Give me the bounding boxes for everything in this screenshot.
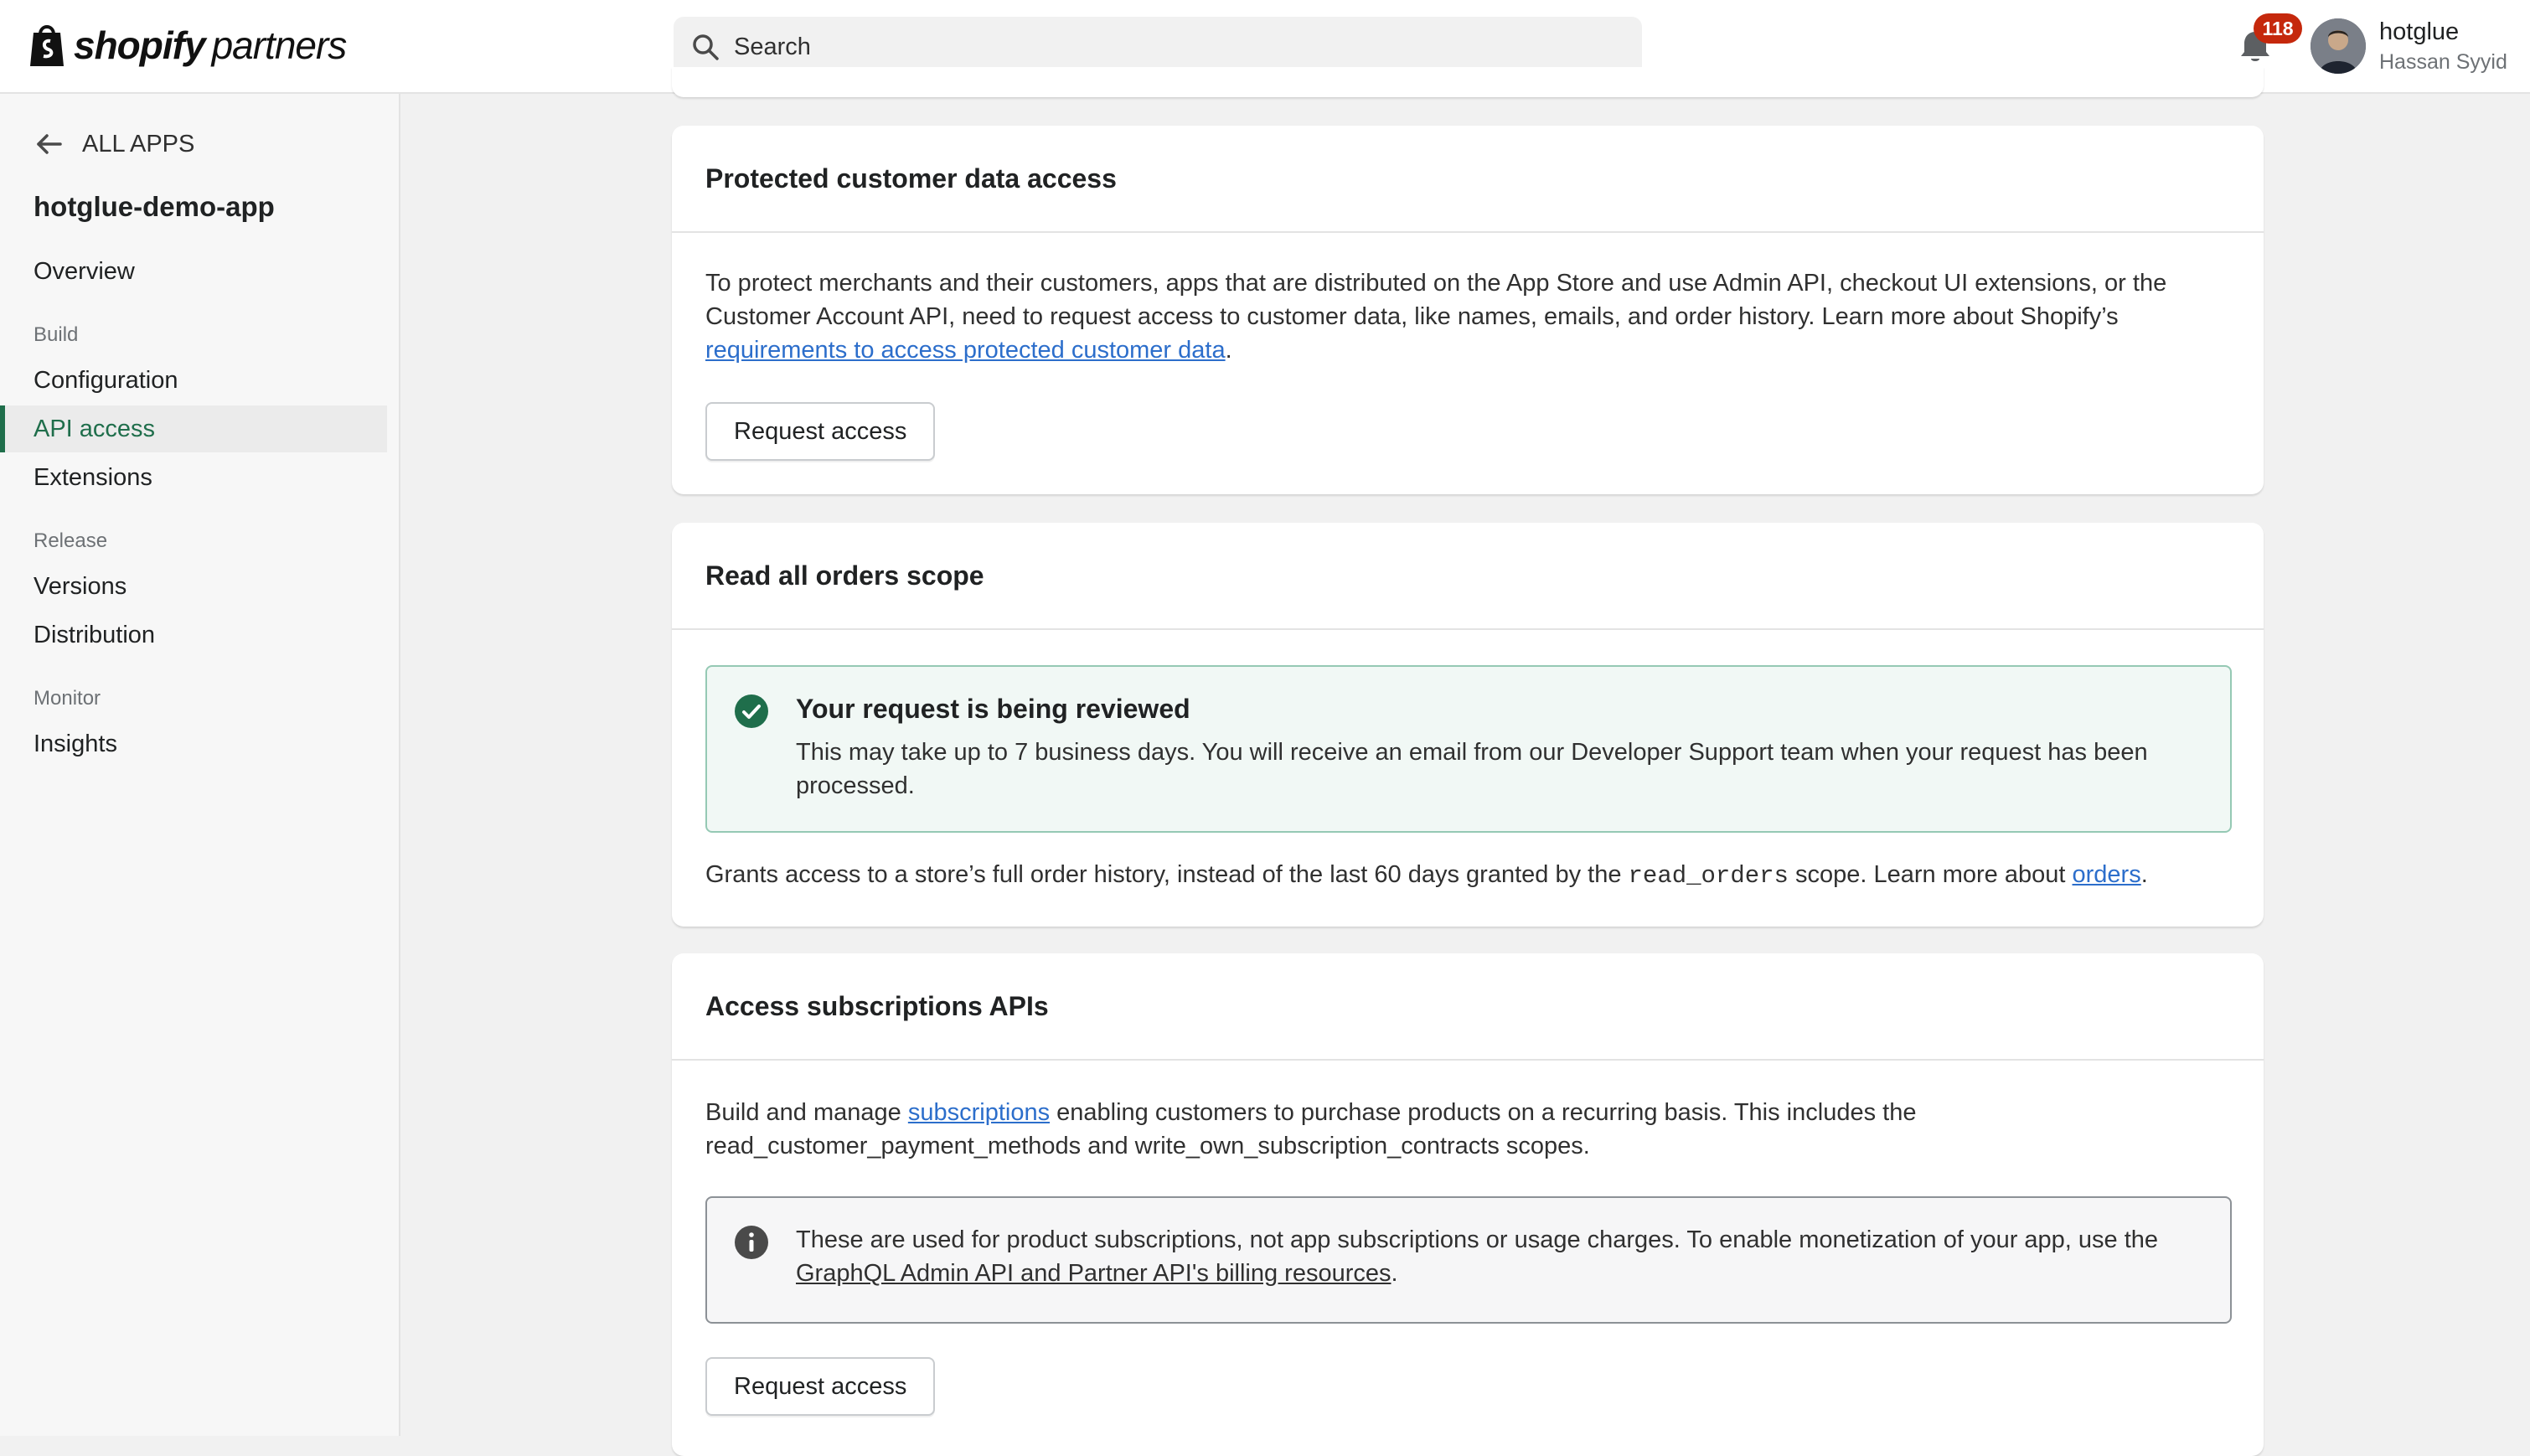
sidebar-item-insights[interactable]: Insights: [0, 720, 387, 767]
subscriptions-link[interactable]: subscriptions: [908, 1099, 1050, 1126]
review-status-text: This may take up to 7 business days. You…: [796, 736, 2203, 803]
protected-data-title: Protected customer data access: [672, 126, 2264, 233]
all-apps-label: ALL APPS: [82, 130, 195, 157]
subscriptions-card: Access subscriptions APIs Build and mana…: [672, 953, 2264, 1456]
orders-text-after: scope. Learn more about: [1788, 861, 2073, 888]
review-status-title: Your request is being reviewed: [796, 694, 1190, 724]
sidebar-section-release: Release: [34, 529, 108, 552]
billing-info-banner: These are used for product subscriptions…: [705, 1196, 2232, 1324]
sidebar-section-build: Build: [34, 323, 79, 346]
subscriptions-text-after: enabling customers to purchase products …: [1050, 1099, 1917, 1126]
info-icon: [735, 1226, 768, 1259]
billing-info-text: These are used for product subscriptions…: [796, 1223, 2203, 1290]
request-access-protected-button[interactable]: Request access: [705, 402, 936, 461]
previous-card: [672, 67, 2264, 97]
review-status-line1: This may take up to 7 business days. You…: [796, 739, 2148, 766]
notification-badge: 118: [2254, 13, 2302, 44]
subscriptions-text-before: Build and manage: [705, 1099, 908, 1126]
shopify-bag-icon: [30, 25, 64, 66]
subscriptions-title: Access subscriptions APIs: [672, 953, 2264, 1061]
sidebar-item-overview[interactable]: Overview: [0, 248, 387, 295]
sidebar-item-distribution[interactable]: Distribution: [0, 612, 387, 658]
search-icon: [693, 34, 719, 60]
protected-text-line2: Customer Account API, need to request ac…: [705, 303, 2119, 330]
protected-requirements-link[interactable]: requirements to access protected custome…: [705, 337, 1226, 364]
sidebar: ALL APPS hotglue-demo-app Overview Build…: [0, 94, 400, 1436]
subscriptions-text-line2: read_customer_payment_methods and write_…: [705, 1133, 1590, 1159]
billing-info-period: .: [1391, 1260, 1398, 1287]
orders-text-before: Grants access to a store’s full order hi…: [705, 861, 1629, 888]
all-apps-link[interactable]: ALL APPS: [34, 129, 194, 159]
protected-text-line1: To protect merchants and their customers…: [705, 270, 2167, 297]
subscriptions-description: Build and manage subscriptions enabling …: [705, 1096, 2230, 1163]
user-subtitle: Hassan Syyid: [2379, 50, 2507, 74]
review-status-line2: processed.: [796, 772, 915, 799]
shopify-partners-logo[interactable]: shopify partners: [27, 18, 348, 72]
sidebar-item-configuration[interactable]: Configuration: [0, 357, 387, 404]
read-all-orders-description: Grants access to a store’s full order hi…: [705, 858, 2230, 893]
logo-brand: shopify: [74, 23, 206, 67]
orders-link[interactable]: orders: [2073, 861, 2141, 888]
orders-period: .: [2140, 861, 2148, 888]
protected-data-description: To protect merchants and their customers…: [705, 266, 2230, 367]
sidebar-section-monitor: Monitor: [34, 687, 101, 710]
read-all-orders-title: Read all orders scope: [672, 523, 2264, 630]
review-status-banner: Your request is being reviewed This may …: [705, 665, 2232, 833]
protected-data-card: Protected customer data access To protec…: [672, 126, 2264, 494]
billing-info-line1: These are used for product subscriptions…: [796, 1226, 2159, 1253]
sidebar-item-versions[interactable]: Versions: [0, 563, 387, 610]
avatar-image: [2311, 18, 2366, 74]
protected-period: .: [1225, 337, 1232, 364]
user-name[interactable]: hotglue: [2379, 18, 2459, 46]
arrow-left-icon: [37, 134, 62, 154]
avatar[interactable]: [2311, 18, 2366, 74]
request-access-subscriptions-button[interactable]: Request access: [705, 1357, 936, 1416]
sidebar-item-api-access[interactable]: API access: [0, 405, 387, 452]
search-input[interactable]: [734, 33, 1572, 61]
billing-resources-link[interactable]: GraphQL Admin API and Partner API's bill…: [796, 1260, 1392, 1287]
read-all-orders-card: Read all orders scope Your request is be…: [672, 523, 2264, 927]
sidebar-item-extensions[interactable]: Extensions: [0, 454, 387, 501]
logo-sub: partners: [211, 23, 348, 67]
app-name: hotglue-demo-app: [34, 191, 275, 222]
read-orders-code: read_orders: [1628, 862, 1789, 890]
check-circle-icon: [735, 694, 768, 728]
